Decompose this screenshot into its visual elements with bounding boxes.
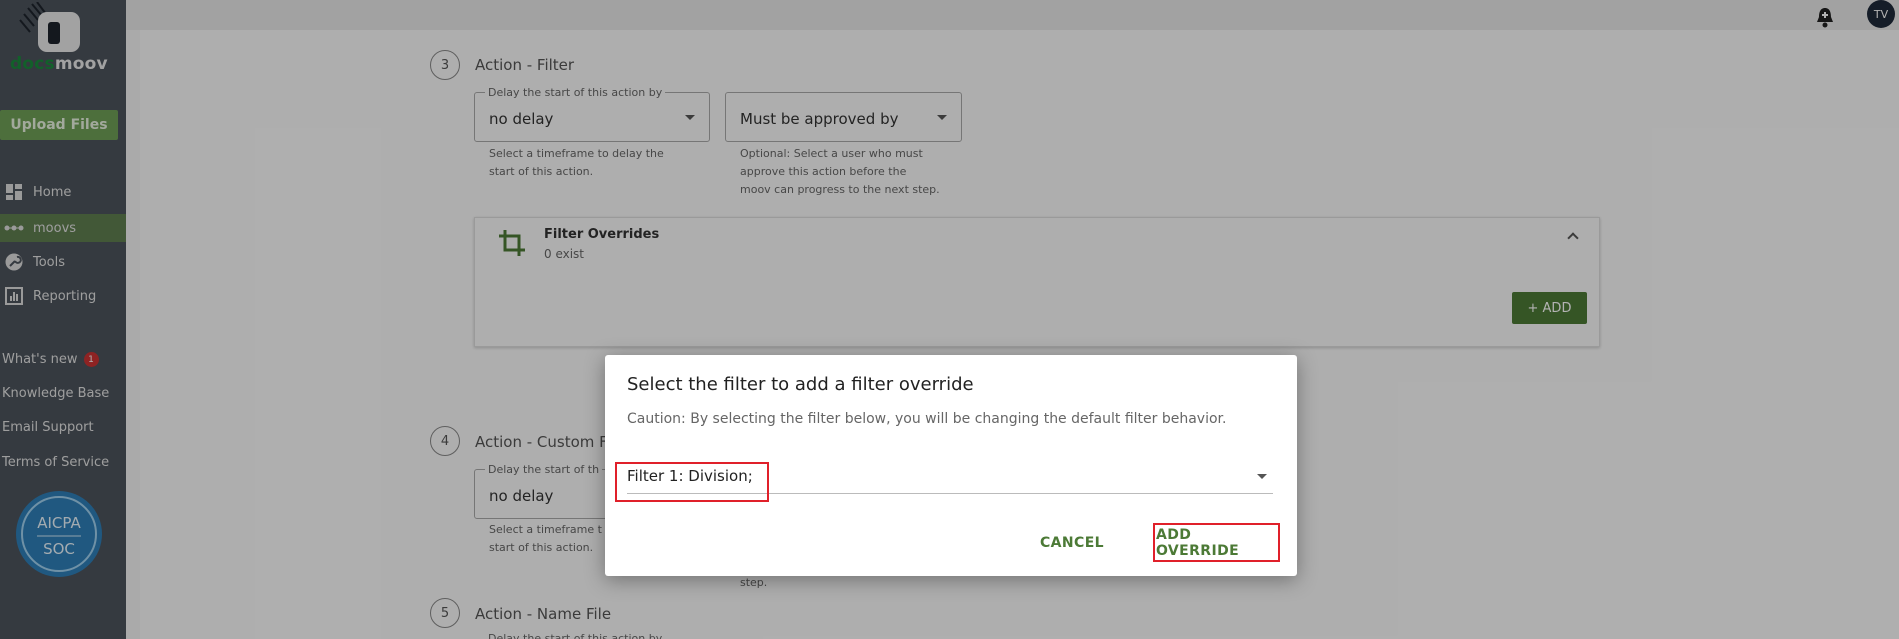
dialog-title: Select the filter to add a filter overri…: [627, 374, 974, 395]
chevron-down-icon: [1257, 474, 1267, 479]
cancel-button[interactable]: CANCEL: [1027, 527, 1117, 559]
add-filter-override-dialog: Select the filter to add a filter overri…: [605, 355, 1297, 576]
dialog-caution-text: Caution: By selecting the filter below, …: [627, 411, 1227, 427]
add-override-highlight: [1153, 523, 1280, 562]
filter-select-highlight: [615, 462, 769, 502]
